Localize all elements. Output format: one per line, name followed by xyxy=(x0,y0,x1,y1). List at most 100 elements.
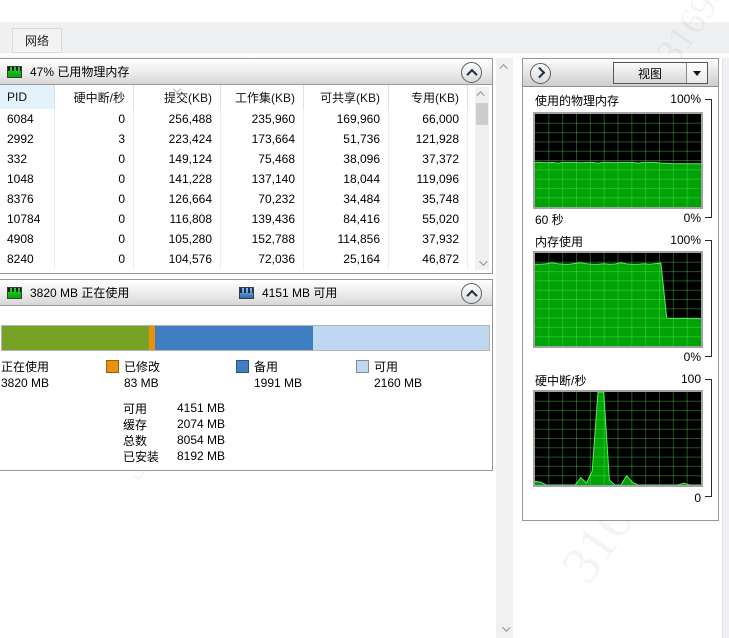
graph-0 xyxy=(533,112,703,209)
memory-detail-row: 总数 8054 MB xyxy=(123,432,225,448)
view-button-label-part[interactable]: 视图 xyxy=(614,63,687,83)
scroll-up-arrow[interactable] xyxy=(475,87,489,101)
resource-monitor-window: 网络 31696 31696 31696 31696 47% 已用物理内存 PI… xyxy=(0,0,729,638)
table-cell: 0 xyxy=(55,149,134,169)
view-dropdown-arrow-button[interactable] xyxy=(687,63,707,83)
table-cell: 235,960 xyxy=(221,109,304,129)
table-cell: 8376 xyxy=(0,189,55,209)
table-cell: 173,664 xyxy=(221,129,304,149)
table-cell: 35,748 xyxy=(389,189,468,209)
main-scrollbar[interactable] xyxy=(496,58,513,638)
column-header-4[interactable]: 可共享(KB) xyxy=(304,85,389,109)
scroll-down-arrow[interactable] xyxy=(496,622,513,636)
table-cell: 114,856 xyxy=(304,229,389,249)
table-cell: 72,036 xyxy=(221,249,304,269)
table-cell: 256,488 xyxy=(134,109,221,129)
physical-memory-bar-section: 3820 MB 正在使用 4151 MB 可用 正在使用 3820 MB 已修改 83… xyxy=(0,279,493,471)
column-header-label: 硬中断/秒 xyxy=(73,90,125,105)
collapse-button[interactable] xyxy=(461,62,482,83)
column-header-label: PID xyxy=(7,90,28,104)
chevron-down-icon xyxy=(501,623,511,632)
scrollbar-thumb[interactable] xyxy=(476,103,488,125)
column-header-2[interactable]: 提交(KB) xyxy=(134,84,221,109)
table-cell: 46,872 xyxy=(389,249,468,269)
table-cell: 105,280 xyxy=(134,229,221,249)
table-cell: 223,424 xyxy=(134,129,221,149)
memory-chip-icon xyxy=(239,286,254,299)
view-button-label: 视图 xyxy=(637,66,662,81)
table-row[interactable]: 4908 0 105,280 152,788 114,856 37,932 xyxy=(0,229,492,249)
table-cell: 51,736 xyxy=(304,129,389,149)
table-row[interactable]: 8240 0 104,576 72,036 25,164 46,872 xyxy=(0,249,492,269)
table-cell: 18,044 xyxy=(304,169,389,189)
collapse-button[interactable] xyxy=(461,283,482,304)
table-row[interactable]: 10784 0 116,808 139,436 84,416 55,020 xyxy=(0,209,492,229)
graphs-panel: 视图 使用的物理内存 100% 60 秒 0% 内存使用 100% 0% 硬中断/秒 100 0 xyxy=(522,58,719,521)
table-row[interactable]: 6084 0 256,488 235,960 169,960 66,000 xyxy=(0,109,492,129)
table-cell: 2992 xyxy=(0,129,55,149)
legend-swatch xyxy=(106,359,119,373)
table-cell: 119,096 xyxy=(389,169,468,189)
memory-chip-icon xyxy=(7,286,22,299)
table-cell: 139,436 xyxy=(221,209,304,229)
table-cell: 1048 xyxy=(0,169,55,189)
table-cell: 104,576 xyxy=(134,249,221,269)
graph-bottom-label-row: 60 秒 0% xyxy=(535,211,701,228)
legend-item: 可用 2160 MB xyxy=(356,358,481,390)
memory-detail-row: 已安装 8192 MB xyxy=(123,448,225,464)
bar-segment-可用 xyxy=(313,326,489,350)
table-scrollbar[interactable] xyxy=(475,87,489,270)
column-header-1[interactable]: 硬中断/秒 xyxy=(55,85,134,109)
bar-segment-正在使用 xyxy=(2,326,149,350)
legend-value: 2160 MB xyxy=(374,376,423,390)
column-header-label: 提交(KB) xyxy=(163,90,212,105)
table-row[interactable]: 1048 0 141,228 137,140 18,044 119,096 xyxy=(0,169,492,189)
table-cell: 149,124 xyxy=(134,149,221,169)
table-body: 6084 0 256,488 235,960 169,960 66,000 2992 3 223… xyxy=(0,109,492,269)
graph-ymax-label: 100 xyxy=(680,372,701,386)
table-cell: 66,000 xyxy=(389,109,468,129)
table-cell: 121,928 xyxy=(389,129,468,149)
right-edge-strip xyxy=(722,58,729,638)
table-cell: 6084 xyxy=(0,109,55,129)
table-cell: 8240 xyxy=(0,249,55,269)
legend-label: 可用 xyxy=(374,359,399,374)
legend-item: 备用 1991 MB xyxy=(236,358,356,390)
graph-title: 内存使用 xyxy=(535,235,584,249)
table-row[interactable]: 8376 0 126,664 70,232 34,484 35,748 xyxy=(0,189,492,209)
legend-swatch xyxy=(236,359,249,373)
detail-label: 已安装 xyxy=(123,449,160,464)
graph-1 xyxy=(533,251,703,348)
chevron-down-icon xyxy=(479,257,488,266)
graph-bottom-label-row: 0 xyxy=(535,491,701,505)
table-cell: 37,372 xyxy=(389,149,468,169)
column-header-5[interactable]: 专用(KB) xyxy=(389,85,468,109)
table-cell: 332 xyxy=(0,149,55,169)
column-header-3[interactable]: 工作集(KB) xyxy=(221,85,304,109)
table-cell: 0 xyxy=(55,169,134,189)
expand-panel-button[interactable] xyxy=(530,63,551,84)
table-cell: 0 xyxy=(55,249,134,269)
graph-2 xyxy=(533,390,703,487)
scroll-up-arrow[interactable] xyxy=(496,60,513,74)
graph-title: 使用的物理内存 xyxy=(535,94,620,108)
bar-segment-备用 xyxy=(155,326,314,350)
table-row[interactable]: 332 0 149,124 75,468 38,096 37,372 xyxy=(0,149,492,169)
legend-item: 正在使用 3820 MB xyxy=(1,358,106,391)
graph-title-row: 硬中断/秒 100 xyxy=(535,372,701,389)
table-cell: 152,788 xyxy=(221,229,304,249)
table-row[interactable]: 2992 3 223,424 173,664 51,736 121,928 xyxy=(0,129,492,149)
detail-label: 可用 xyxy=(123,401,148,416)
memory-composition-bar xyxy=(1,325,490,351)
tab-network-label: 网络 xyxy=(24,34,49,48)
view-split-button[interactable]: 视图 xyxy=(613,62,708,84)
graphs-panel-header: 视图 xyxy=(523,59,718,87)
table-cell: 0 xyxy=(55,209,134,229)
tab-network[interactable]: 网络 xyxy=(12,28,62,53)
table-cell: 84,416 xyxy=(304,209,389,229)
table-header-row: PID 硬中断/秒 提交(KB) 工作集(KB) 可共享(KB) 专用(KB) xyxy=(0,84,492,109)
column-header-0[interactable]: PID xyxy=(0,85,55,109)
scroll-down-arrow[interactable] xyxy=(475,256,489,270)
dropdown-arrow-icon xyxy=(693,70,701,76)
legend-item: 已修改 83 MB xyxy=(106,358,236,390)
